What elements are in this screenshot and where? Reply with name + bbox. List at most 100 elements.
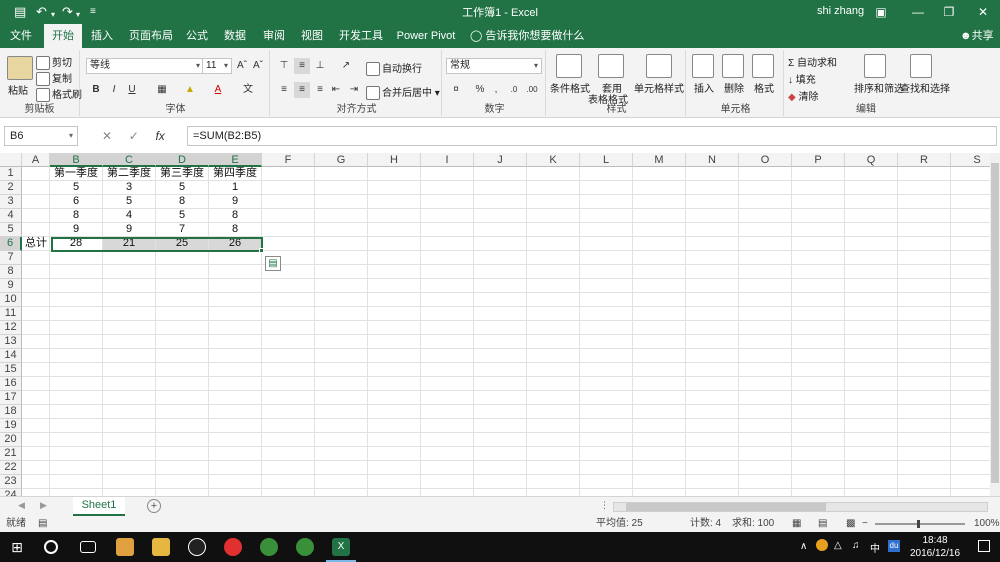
cell-O10[interactable] [739,293,792,307]
cell-B6[interactable]: 28 [50,237,103,251]
cell-S12[interactable] [951,321,990,335]
cell-S20[interactable] [951,433,990,447]
column-header-K[interactable]: K [527,153,580,167]
cell-K3[interactable] [527,195,580,209]
cell-I15[interactable] [421,363,474,377]
tab-insert[interactable]: 插入 [86,24,118,48]
cell-N7[interactable] [686,251,739,265]
cell-C14[interactable] [103,349,156,363]
table-format-icon[interactable] [598,54,624,78]
tab-page-layout[interactable]: 页面布局 [124,24,178,48]
column-header-Q[interactable]: Q [845,153,898,167]
cell-G22[interactable] [315,461,368,475]
cell-B1[interactable]: 第一季度 [50,167,103,181]
cell-G6[interactable] [315,237,368,251]
cell-Q21[interactable] [845,447,898,461]
cell-M21[interactable] [633,447,686,461]
chrome-icon-2[interactable] [296,538,314,556]
row-header-7[interactable]: 7 [0,251,22,265]
cell-Q5[interactable] [845,223,898,237]
page-layout-view-icon[interactable]: ▤ [818,516,827,532]
cell-Q8[interactable] [845,265,898,279]
name-box[interactable]: B6 ▾ [4,126,78,146]
cell-M5[interactable] [633,223,686,237]
sort-filter-button[interactable]: 排序和筛选 [854,80,904,95]
cell-D2[interactable]: 5 [156,181,209,195]
cell-O1[interactable] [739,167,792,181]
cell-O9[interactable] [739,279,792,293]
tab-review[interactable]: 审阅 [258,24,290,48]
insert-cells-button[interactable]: 插入 [694,80,714,95]
cell-H13[interactable] [368,335,421,349]
copy-button[interactable]: 复制 [36,70,72,87]
cell-S3[interactable] [951,195,990,209]
cell-J7[interactable] [474,251,527,265]
cell-H7[interactable] [368,251,421,265]
cell-K17[interactable] [527,391,580,405]
grow-font-icon[interactable]: Aˆ [234,58,250,74]
currency-icon[interactable]: ¤ [448,82,464,98]
horizontal-scroll-thumb[interactable] [626,503,826,511]
paste-button[interactable]: 粘贴 [8,82,28,97]
cell-O11[interactable] [739,307,792,321]
cell-L5[interactable] [580,223,633,237]
cell-A6[interactable]: 总计 [22,237,50,251]
row-header-23[interactable]: 23 [0,475,22,489]
zoom-level[interactable]: 100% [974,516,1000,532]
enter-icon[interactable]: ✓ [129,129,139,143]
cell-A14[interactable] [22,349,50,363]
close-icon[interactable]: ✕ [970,2,996,22]
column-header-P[interactable]: P [792,153,845,167]
cell-K12[interactable] [527,321,580,335]
cell-H17[interactable] [368,391,421,405]
cell-C20[interactable] [103,433,156,447]
cell-Q3[interactable] [845,195,898,209]
row-header-20[interactable]: 20 [0,433,22,447]
cell-G9[interactable] [315,279,368,293]
align-right-icon[interactable]: ≡ [312,82,328,98]
cell-C19[interactable] [103,419,156,433]
cell-A21[interactable] [22,447,50,461]
cell-P6[interactable] [792,237,845,251]
column-header-J[interactable]: J [474,153,527,167]
cell-L21[interactable] [580,447,633,461]
cell-E24[interactable] [209,489,262,496]
cell-F16[interactable] [262,377,315,391]
cell-J10[interactable] [474,293,527,307]
cell-Q24[interactable] [845,489,898,496]
cell-E5[interactable]: 8 [209,223,262,237]
cell-N8[interactable] [686,265,739,279]
cell-L13[interactable] [580,335,633,349]
cancel-icon[interactable]: ✕ [102,129,112,143]
cell-P2[interactable] [792,181,845,195]
cell-R10[interactable] [898,293,951,307]
cell-G19[interactable] [315,419,368,433]
cell-R7[interactable] [898,251,951,265]
cell-N22[interactable] [686,461,739,475]
cell-C12[interactable] [103,321,156,335]
cell-F19[interactable] [262,419,315,433]
cell-E15[interactable] [209,363,262,377]
cell-E8[interactable] [209,265,262,279]
cell-C7[interactable] [103,251,156,265]
cell-P14[interactable] [792,349,845,363]
macro-record-icon[interactable]: ▤ [38,516,47,532]
align-bottom-icon[interactable]: ⊥ [312,58,328,74]
cell-F9[interactable] [262,279,315,293]
cell-S16[interactable] [951,377,990,391]
cell-R5[interactable] [898,223,951,237]
cell-P19[interactable] [792,419,845,433]
cell-I3[interactable] [421,195,474,209]
cell-M24[interactable] [633,489,686,496]
cell-N3[interactable] [686,195,739,209]
cell-D14[interactable] [156,349,209,363]
cell-C22[interactable] [103,461,156,475]
format-cells-button[interactable]: 格式 [754,80,774,95]
cell-K22[interactable] [527,461,580,475]
column-header-L[interactable]: L [580,153,633,167]
cell-G21[interactable] [315,447,368,461]
cell-N5[interactable] [686,223,739,237]
cell-Q15[interactable] [845,363,898,377]
cell-I20[interactable] [421,433,474,447]
row-header-12[interactable]: 12 [0,321,22,335]
